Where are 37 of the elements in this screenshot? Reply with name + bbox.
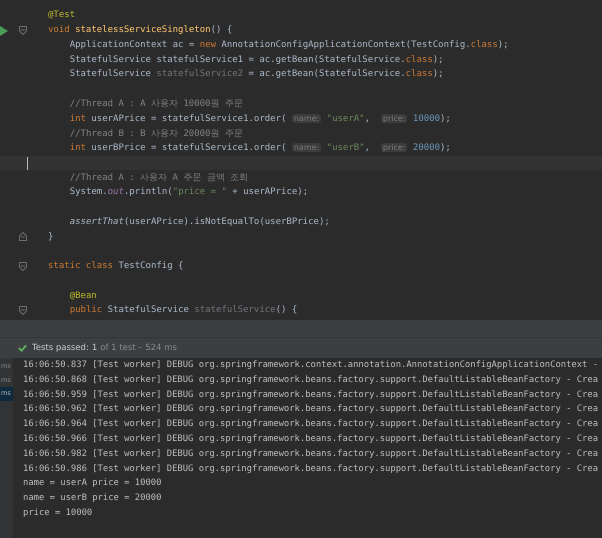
console-line: name = userA price = 10000: [23, 478, 162, 488]
fold-icon[interactable]: [19, 306, 27, 315]
fold-icon[interactable]: [19, 26, 27, 35]
console-line: 16:06:50.868 [Test worker] DEBUG org.springframework.beans.factory.support.DefaultListableBeanFactory - Crea: [23, 374, 598, 385]
test-summary: of 1 test – 524 ms: [100, 343, 177, 353]
console-line: 16:06:50.966 [Test worker] DEBUG org.springframework.beans.factory.support.DefaultListableBeanFactory - Crea: [23, 434, 598, 444]
code-line: StatefulService statefulService2 = ac.getBean(StatefulService.class);: [70, 69, 444, 80]
code-line: ApplicationContext ac = new AnnotationConfigApplicationContext(TestConfig.class);: [70, 40, 509, 50]
code-line: int userBPrice = statefulService1.order( name: "userB", price: 20000);: [70, 143, 451, 154]
console-line: name = userB price = 20000: [23, 493, 162, 504]
console-line: 16:06:50.837 [Test worker] DEBUG org.springframework.context.annotation.AnnotationConfigApplicationContext -: [23, 360, 598, 370]
code-line: assertThat(userAPrice).isNotEqualTo(userBPrice);: [70, 216, 330, 227]
console-line: 16:06:50.964 [Test worker] DEBUG org.springframework.beans.factory.support.DefaultListableBeanFactory - Crea: [23, 419, 598, 430]
check-icon: [18, 344, 27, 352]
code-line: public StatefulService statefulService() {: [70, 305, 298, 316]
code-line: //Thread B : B 사용자 20000원 주문: [70, 128, 243, 140]
console-line: 16:06:50.986 [Test worker] DEBUG org.springframework.beans.factory.support.DefaultListableBeanFactory - Crea: [23, 464, 598, 474]
code-line: System.out.println("price = " + userAPrice);: [70, 187, 308, 198]
code-line: @Bean: [70, 290, 97, 301]
code-line: }: [48, 232, 54, 242]
code-line: static class TestConfig {: [48, 261, 184, 272]
code-line: //Thread A : 사용자 A 주문 금액 조회: [70, 172, 248, 184]
code-line: //Thread A : A 사용자 10000원 주문: [70, 98, 243, 110]
code-line: @Test: [48, 10, 76, 20]
fold-icon[interactable]: [19, 232, 27, 242]
test-count: 1: [92, 343, 98, 353]
text-cursor: [27, 156, 28, 170]
code-line: int userAPrice = statefulService1.order( name: "userA", price: 10000);: [70, 114, 451, 124]
code-line: void statelessServiceSingleton() {: [48, 25, 232, 36]
test-status: Tests passed:: [32, 343, 89, 353]
console-line: 16:06:50.982 [Test worker] DEBUG org.springframework.beans.factory.support.DefaultListableBeanFactory - Crea: [23, 448, 598, 459]
console-line: 16:06:50.962 [Test worker] DEBUG org.springframework.beans.factory.support.DefaultListableBeanFactory - Crea: [23, 404, 598, 414]
console-line: price = 10000: [23, 508, 92, 518]
fold-icon[interactable]: [19, 262, 27, 271]
run-icon[interactable]: [0, 26, 8, 36]
console-line: 16:06:50.959 [Test worker] DEBUG org.springframework.beans.factory.support.DefaultListableBeanFactory - Crea: [23, 390, 598, 400]
code-line: StatefulService statefulService1 = ac.getBean(StatefulService.class);: [70, 54, 444, 65]
